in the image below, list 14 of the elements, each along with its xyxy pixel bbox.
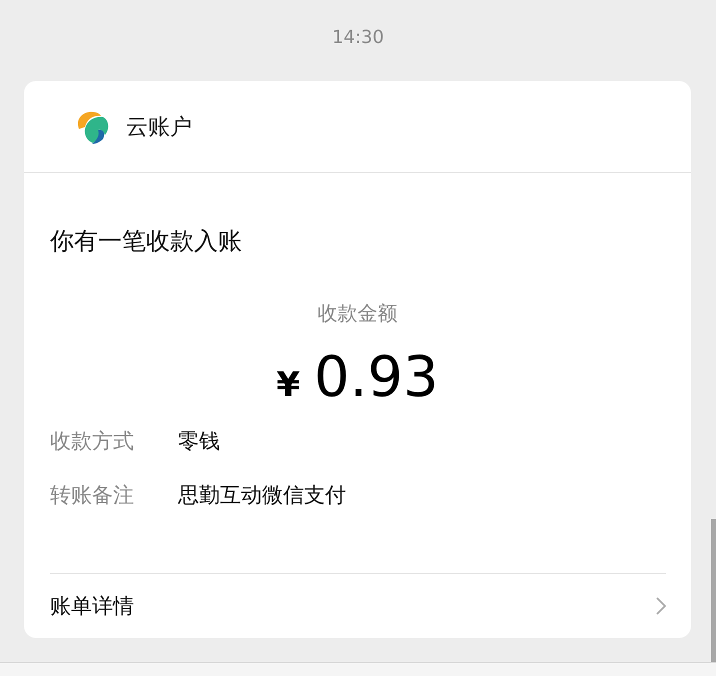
message-time: 14:30 [331, 26, 385, 50]
currency-sign: ¥ [276, 365, 300, 405]
chevron-icon [656, 597, 666, 615]
amount-label: 收款金额 [318, 300, 398, 327]
scrollbar[interactable] [711, 519, 716, 662]
detail-value: 零钱 [178, 428, 220, 455]
amount-value: 0.93 [314, 345, 439, 411]
detail-label: 收款方式 [50, 428, 135, 455]
message-card[interactable]: 云账户 你有一笔收款入账 收款金额 ¥ 0.93 收款方式 零钱 转账备注 思勤互动微信支付 账单详情 [24, 81, 691, 638]
bill-details-link[interactable]: 账单详情 [50, 573, 666, 638]
detail-label: 转账备注 [50, 482, 135, 509]
detail-value: 思勤互动微信支付 [178, 482, 346, 509]
notice-title: 你有一笔收款入账 [50, 226, 242, 257]
account-name: 云账户 [126, 114, 192, 142]
